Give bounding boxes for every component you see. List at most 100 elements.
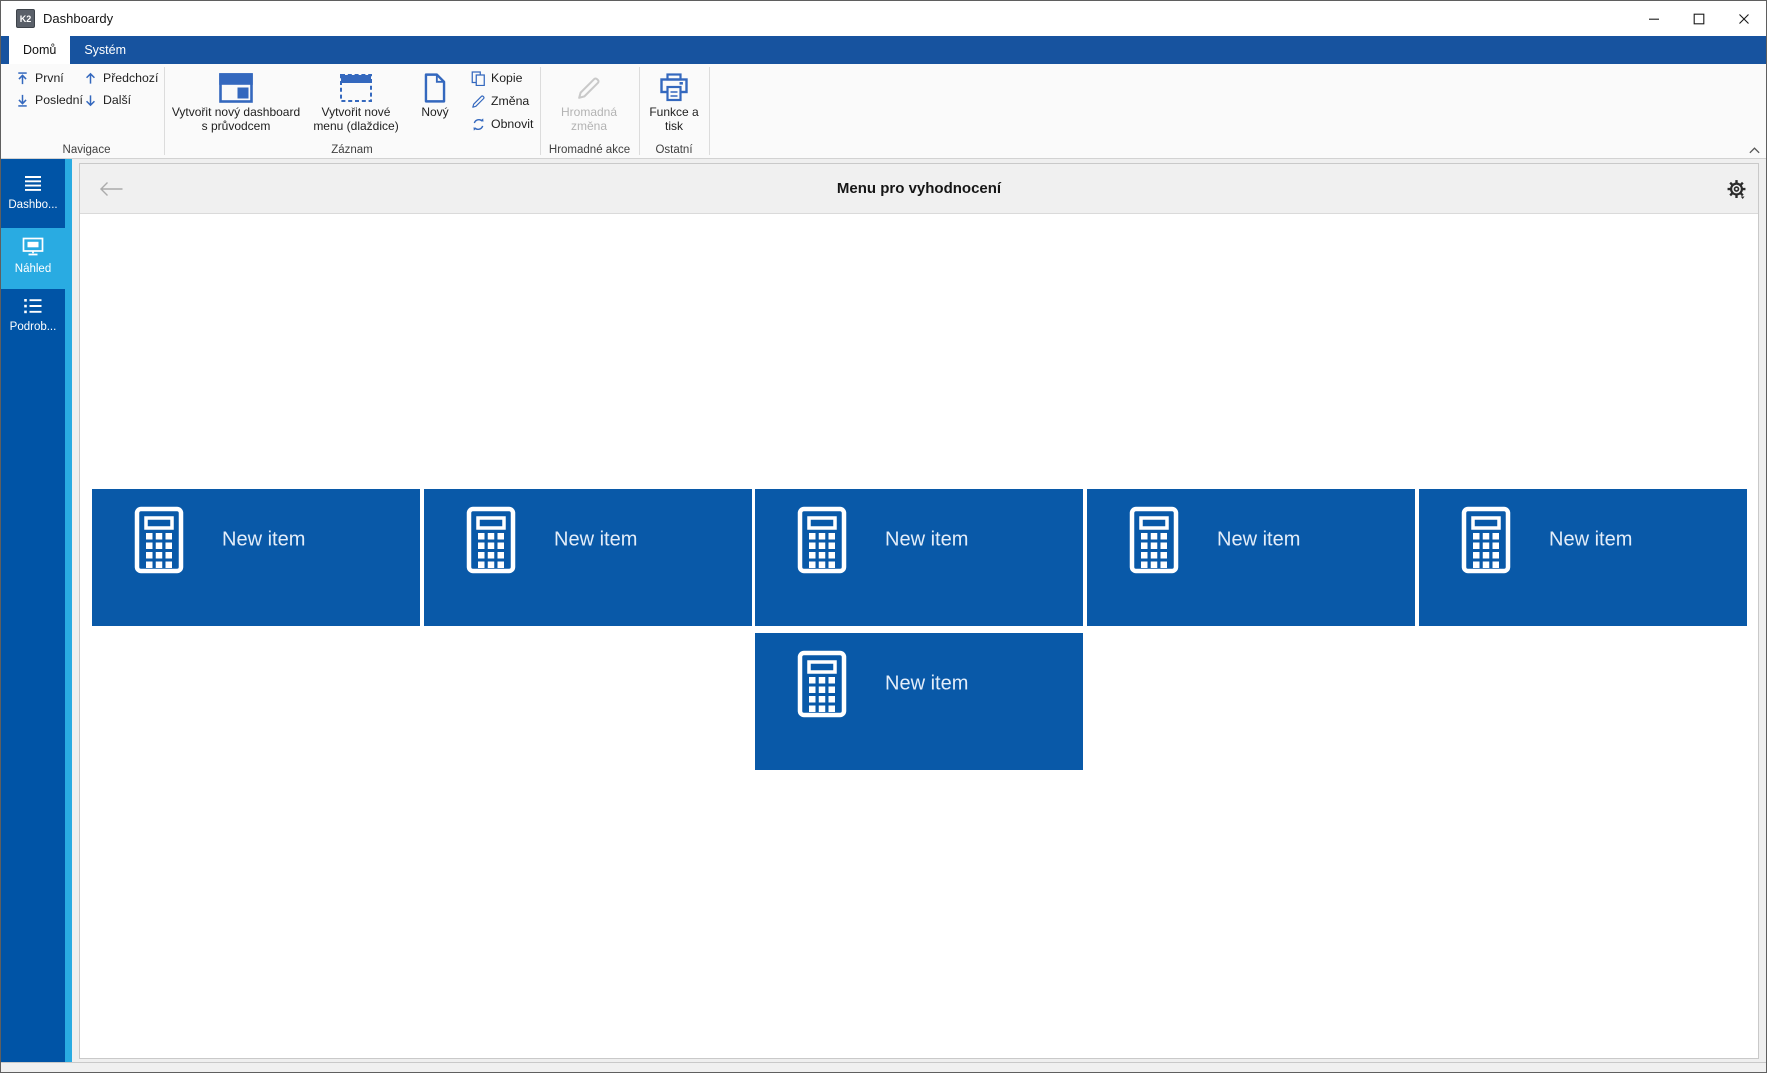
sidebar-item-label: Dashbo...	[8, 199, 58, 211]
group-separator	[164, 67, 165, 155]
monitor-icon	[22, 237, 44, 256]
copy-button[interactable]: Kopie	[471, 69, 522, 87]
bulk-edit-label-line2: změna	[570, 118, 608, 133]
group-separator	[709, 67, 710, 155]
close-icon	[1738, 13, 1750, 25]
tab-domu[interactable]: Domů	[9, 36, 71, 64]
create-tile-menu-label-line1: Vytvořit nové	[321, 105, 391, 119]
group-separator	[540, 67, 541, 155]
tile-new-item[interactable]: New item	[755, 633, 1083, 770]
functions-print-label-line2: tisk	[665, 118, 683, 133]
tile-new-item[interactable]: New item	[1087, 489, 1415, 626]
maximize-icon	[1693, 13, 1705, 25]
minimize-icon	[1648, 13, 1660, 25]
sidebar-item-details[interactable]: Podrob...	[1, 289, 65, 350]
pencil-icon	[471, 94, 486, 109]
printer-icon	[659, 73, 689, 103]
tile-new-item[interactable]: New item	[755, 489, 1083, 626]
create-dashboard-label-line2: s průvodcem	[201, 118, 271, 133]
window-controls	[1631, 1, 1766, 36]
workspace: Dashbo... Náhled Podrob... Menu pro vyho…	[1, 159, 1766, 1062]
create-dashboard-wizard-button[interactable]: Vytvořit nový dashboard s průvodcem	[169, 70, 303, 142]
new-label: Nový	[421, 105, 449, 119]
tile-label: New item	[554, 528, 638, 551]
copy-label: Kopie	[491, 71, 523, 85]
tab-domu-label: Domů	[23, 43, 57, 57]
ribbon: První Poslední Předchozí Další Navigace …	[1, 64, 1766, 159]
bottom-strip	[1, 1062, 1766, 1072]
close-button[interactable]	[1721, 1, 1766, 36]
ribbon-tab-bar: Domů Systém	[1, 36, 1766, 64]
refresh-button[interactable]: Obnovit	[471, 115, 533, 133]
chevron-up-icon	[1748, 146, 1761, 155]
gear-icon	[1727, 179, 1746, 200]
new-button[interactable]: Nový	[405, 70, 465, 142]
dashboard-icon	[219, 73, 253, 103]
functions-print-label-line1: Funkce a	[649, 105, 699, 119]
refresh-icon	[471, 117, 486, 132]
sidebar-item-preview[interactable]: Náhled	[1, 228, 65, 289]
arrow-down-icon	[83, 93, 98, 108]
tile-label: New item	[885, 528, 969, 551]
bulk-edit-button: Hromadná změna	[543, 70, 635, 142]
sidebar-item-label: Podrob...	[9, 321, 57, 333]
create-dashboard-label-line1: Vytvořit nový dashboard	[171, 105, 301, 119]
last-label: Poslední	[35, 93, 83, 107]
group-caption-zaznam: Záznam	[331, 144, 373, 156]
create-tile-menu-label-line2: menu (dlaždice)	[313, 118, 399, 133]
back-button[interactable]	[98, 164, 124, 214]
sidebar-item-label: Náhled	[14, 263, 52, 275]
calculator-icon	[466, 506, 516, 574]
tile-new-item[interactable]: New item	[92, 489, 420, 626]
menu-lines-icon	[23, 175, 43, 192]
calculator-icon	[1129, 506, 1179, 574]
app-icon: K2	[16, 9, 35, 28]
create-tile-menu-button[interactable]: Vytvořit nové menu (dlaždice)	[301, 70, 411, 142]
previous-button[interactable]: Předchozí	[83, 69, 158, 87]
next-label: Další	[103, 93, 132, 107]
maximize-button[interactable]	[1676, 1, 1721, 36]
pencil-icon	[576, 75, 602, 101]
sidebar-item-dashboards[interactable]: Dashbo...	[1, 166, 65, 228]
next-button[interactable]: Další	[83, 91, 131, 109]
calculator-icon	[797, 506, 847, 574]
minimize-button[interactable]	[1631, 1, 1676, 36]
tab-system-label: Systém	[84, 43, 127, 57]
panel-header: Menu pro vyhodnocení	[80, 164, 1758, 214]
refresh-label: Obnovit	[491, 117, 534, 131]
edit-label: Změna	[491, 94, 530, 108]
tile-label: New item	[1217, 528, 1301, 551]
settings-button[interactable]	[1727, 164, 1746, 214]
last-button[interactable]: Poslední	[15, 91, 83, 109]
content-panel: Menu pro vyhodnocení New item New item N…	[79, 163, 1759, 1059]
page-title: Menu pro vyhodnocení	[836, 180, 1002, 197]
tile-label: New item	[1549, 528, 1633, 551]
bulk-edit-label-line1: Hromadná	[560, 105, 618, 119]
arrow-down-to-bar-icon	[15, 93, 30, 108]
edit-button[interactable]: Změna	[471, 92, 529, 110]
tiles-dashed-icon	[339, 73, 373, 103]
functions-print-button[interactable]: Funkce a tisk	[638, 70, 710, 142]
calculator-icon	[1461, 506, 1511, 574]
calculator-icon	[134, 506, 184, 574]
tile-new-item[interactable]: New item	[424, 489, 752, 626]
tile-label: New item	[885, 672, 969, 695]
group-caption-navigace: Navigace	[62, 144, 111, 156]
back-arrow-icon	[98, 181, 124, 197]
tab-system[interactable]: Systém	[70, 36, 140, 64]
arrow-up-to-bar-icon	[15, 71, 30, 86]
copy-icon	[471, 71, 486, 86]
calculator-icon	[797, 650, 847, 718]
new-document-icon	[423, 73, 447, 103]
app-window: K2 Dashboardy Domů Systém První Poslední…	[0, 0, 1767, 1073]
detail-list-icon	[23, 298, 43, 314]
tile-new-item[interactable]: New item	[1419, 489, 1747, 626]
window-title: Dashboardy	[43, 11, 114, 26]
sidebar-accent-strip	[65, 159, 72, 1062]
ribbon-collapse-button[interactable]	[1745, 143, 1763, 157]
tile-label: New item	[222, 528, 306, 551]
first-label: První	[35, 71, 64, 85]
first-button[interactable]: První	[15, 69, 64, 87]
previous-label: Předchozí	[103, 71, 159, 85]
group-caption-ostatni: Ostatní	[655, 144, 693, 156]
